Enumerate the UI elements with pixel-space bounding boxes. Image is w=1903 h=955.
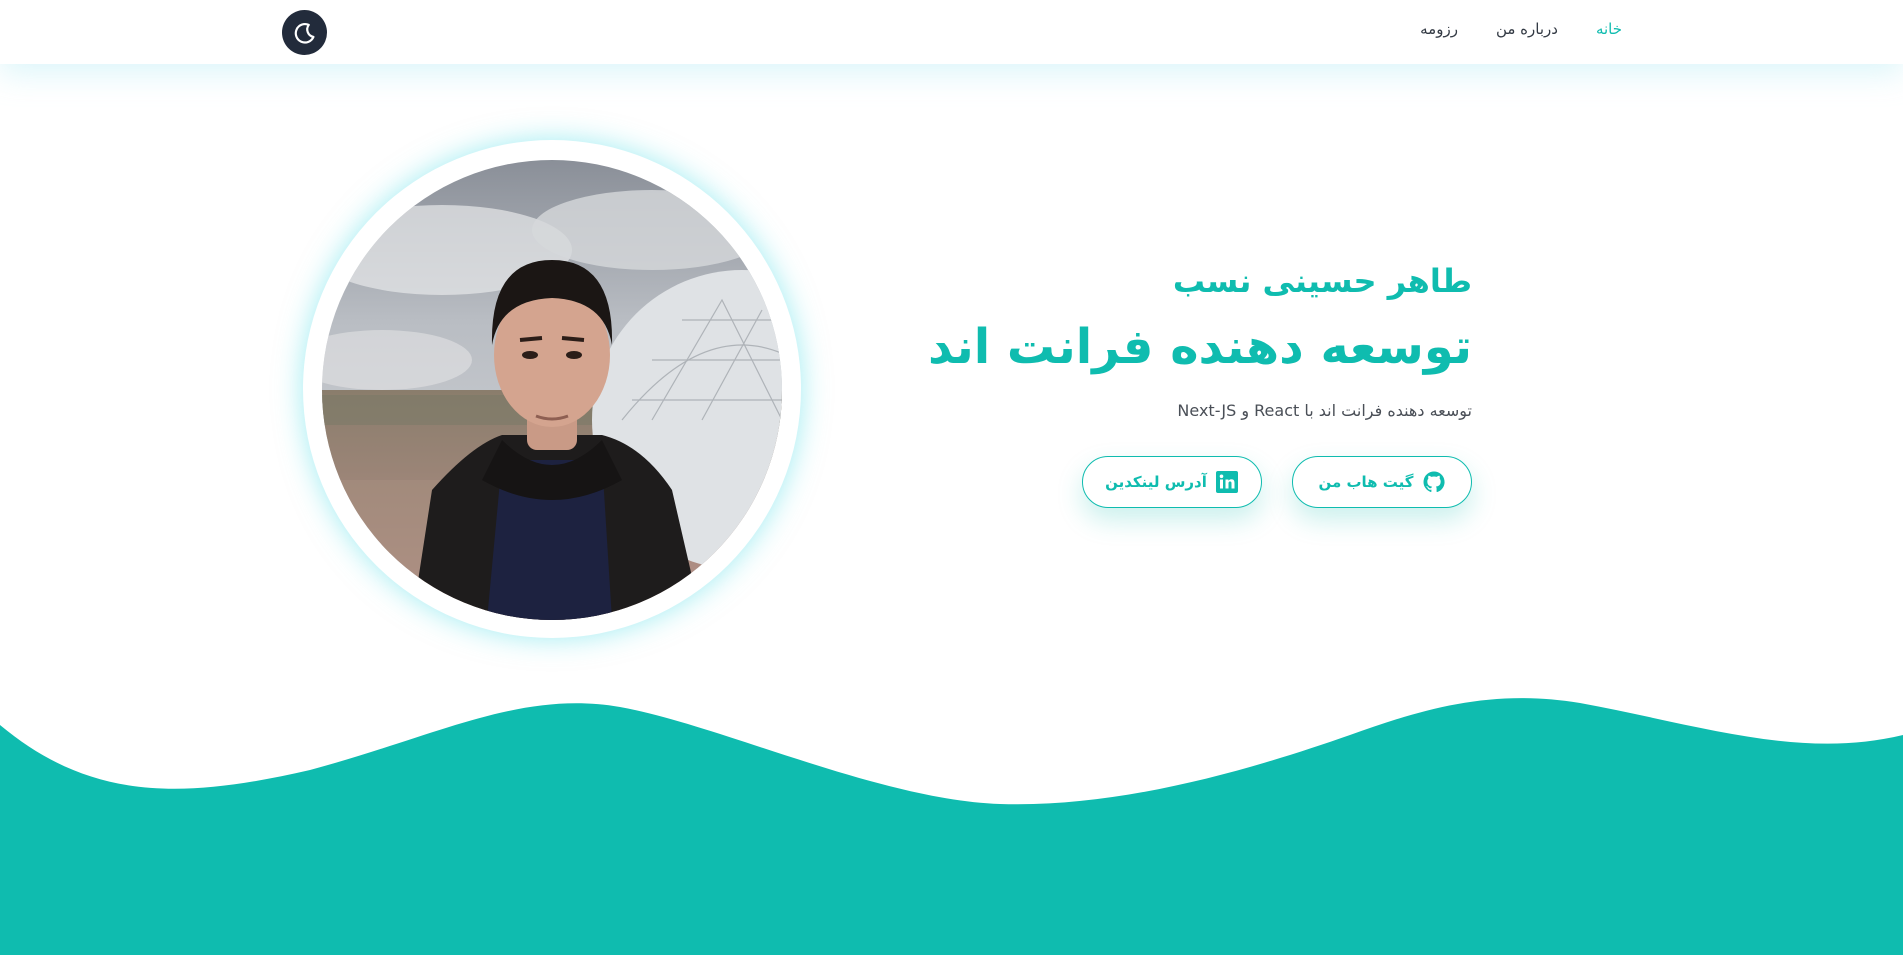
hero-title: توسعه دهنده فرانت اند [927, 319, 1472, 375]
profile-photo-frame [303, 140, 801, 638]
hero-buttons: گیت هاب من آدرس لینکدین [872, 456, 1472, 508]
nav-item-home[interactable]: خانه [1596, 20, 1622, 38]
linkedin-button[interactable]: آدرس لینکدین [1082, 456, 1262, 508]
github-button[interactable]: گیت هاب من [1292, 456, 1472, 508]
hero-section: طاهر حسینی نسب توسعه دهنده فرانت اند توس… [872, 265, 1472, 508]
nav-item-about[interactable]: درباره من [1496, 20, 1558, 38]
linkedin-button-label: آدرس لینکدین [1105, 473, 1207, 491]
decorative-wave [0, 698, 1903, 955]
hero-subtitle: توسعه دهنده فرانت اند با React و Next-JS [1177, 401, 1472, 420]
profile-photo [322, 160, 782, 620]
github-icon [1423, 471, 1445, 493]
theme-toggle-button[interactable] [282, 10, 327, 55]
site-header: خانه درباره من رزومه [0, 0, 1903, 64]
moon-icon [294, 22, 315, 43]
github-button-label: گیت هاب من [1318, 473, 1414, 491]
linkedin-icon [1215, 471, 1238, 493]
page: خانه درباره من رزومه طاهر حسینی نسب توسع… [0, 0, 1903, 955]
main-nav: خانه درباره من رزومه [1420, 20, 1622, 38]
hero-name: طاهر حسینی نسب [1172, 262, 1472, 300]
nav-item-resume[interactable]: رزومه [1420, 20, 1458, 38]
